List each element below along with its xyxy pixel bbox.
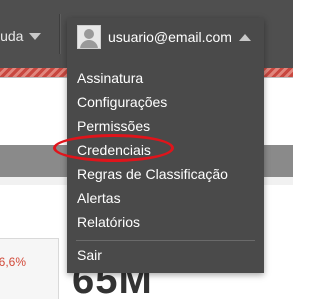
help-menu-label: juda (0, 28, 24, 44)
menu-item-sair[interactable]: Sair (67, 243, 264, 267)
menu-item-relatorios[interactable]: Relatórios (67, 210, 264, 234)
user-menu-toggle[interactable]: usuario@email.com (67, 18, 264, 56)
chevron-down-icon (29, 32, 42, 40)
chevron-up-icon (239, 34, 251, 41)
help-menu[interactable]: juda (0, 26, 42, 46)
menu-item-assinatura[interactable]: Assinatura (67, 66, 264, 90)
menu-item-credenciais[interactable]: Credenciais (67, 138, 264, 162)
avatar-head (84, 29, 94, 39)
user-avatar-icon (77, 25, 101, 49)
user-menu-list: Assinatura Configurações Permissões Cred… (67, 66, 264, 267)
menu-separator (76, 240, 255, 241)
navbar-divider (59, 14, 61, 54)
menu-item-permissoes[interactable]: Permissões (67, 114, 264, 138)
user-email: usuario@email.com (108, 29, 232, 45)
menu-item-alertas[interactable]: Alertas (67, 186, 264, 210)
menu-item-regras-de-classificacao[interactable]: Regras de Classificação (67, 162, 264, 186)
metric-percent: 66,6% (0, 255, 27, 269)
menu-item-configuracoes[interactable]: Configurações (67, 90, 264, 114)
avatar-body (80, 40, 98, 48)
user-dropdown-menu: usuario@email.com Assinatura Configuraçõ… (67, 18, 264, 273)
